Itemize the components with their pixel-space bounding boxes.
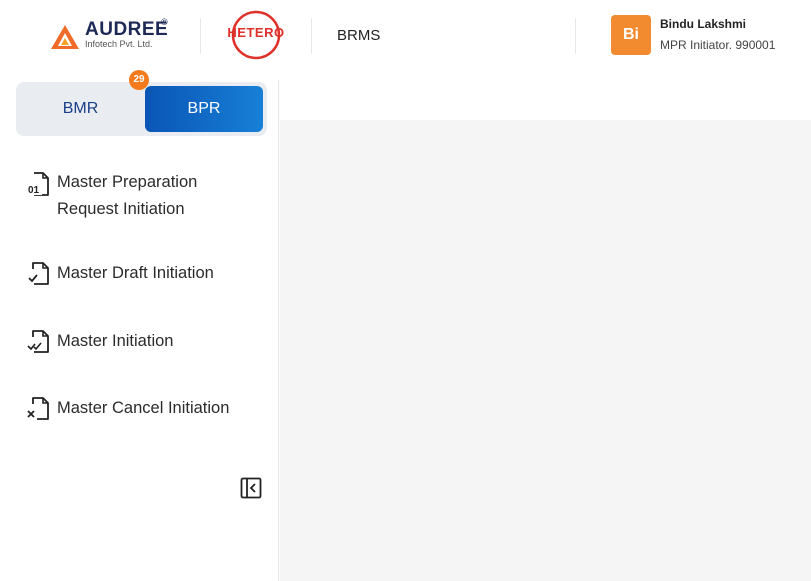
document-01-icon: 01 — [27, 172, 49, 196]
bpr-tab[interactable]: BPR — [145, 86, 263, 132]
svg-text:01: 01 — [28, 185, 40, 196]
user-avatar[interactable]: Bi — [611, 15, 651, 55]
bmr-bpr-toggle: BMR BPR 29 — [16, 70, 267, 136]
header-divider — [200, 18, 201, 54]
menu-item-master-draft-initiation[interactable]: Master Draft Initiation — [26, 260, 266, 287]
audree-logo-name: AUDREE — [85, 19, 169, 40]
audree-logo-subtitle: Infotech Pvt. Ltd. — [85, 39, 153, 49]
menu-item-label: Master Cancel Initiation — [57, 399, 230, 417]
main-content-area — [280, 120, 811, 581]
user-role: MPR Initiator. 990001 — [660, 38, 776, 52]
user-name[interactable]: Bindu Lakshmi — [660, 17, 746, 31]
hetero-logo: HETERO — [224, 10, 288, 60]
top-header: AUDREE ® Infotech Pvt. Ltd. HETERO BRMS … — [0, 0, 811, 72]
notification-badge: 29 — [129, 70, 149, 90]
menu-item-label: Master Initiation — [57, 332, 174, 350]
collapse-sidebar-icon[interactable] — [240, 477, 262, 499]
registered-mark: ® — [161, 17, 168, 27]
menu-item-master-initiation[interactable]: Master Initiation — [26, 328, 266, 355]
menu-item-master-preparation-request-initiation[interactable]: 01 Master Preparation Request Initiation — [26, 169, 266, 223]
menu-item-master-cancel-initiation[interactable]: Master Cancel Initiation — [26, 395, 266, 422]
menu-item-label: Master Draft Initiation — [57, 264, 214, 282]
document-double-check-icon — [27, 330, 49, 353]
sidebar: BMR BPR 29 01 Master Preparation Request… — [0, 70, 279, 581]
audree-logo[interactable]: AUDREE ® Infotech Pvt. Ltd. — [50, 17, 175, 52]
document-cancel-icon — [27, 397, 49, 420]
header-divider — [311, 18, 312, 54]
menu-item-label: Master Preparation — [57, 173, 198, 191]
hetero-logo-name: HETERO — [227, 25, 285, 40]
app-name: BRMS — [337, 27, 381, 44]
audree-logo-icon — [51, 25, 79, 49]
menu-item-label: Request Initiation — [57, 200, 185, 218]
bmr-tab[interactable]: BMR — [20, 86, 141, 132]
header-divider — [575, 18, 576, 54]
document-check-icon — [28, 262, 49, 285]
